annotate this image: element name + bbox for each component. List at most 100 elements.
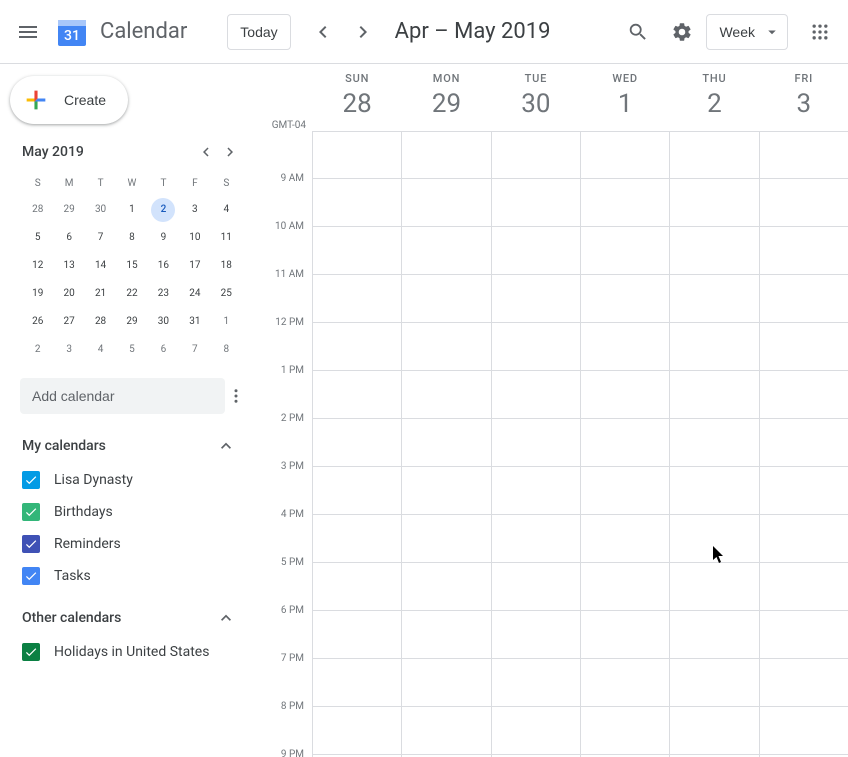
mini-cal-day[interactable]: 4 — [211, 196, 242, 224]
hour-cell[interactable] — [402, 227, 490, 275]
mini-cal-day[interactable]: 2 — [22, 336, 53, 364]
hour-cell[interactable] — [760, 611, 848, 659]
hour-cell[interactable] — [402, 275, 490, 323]
today-button[interactable]: Today — [227, 14, 290, 50]
mini-cal-day[interactable]: 20 — [53, 280, 84, 308]
view-selector[interactable]: Week — [706, 14, 788, 50]
hour-cell[interactable] — [313, 323, 401, 371]
hour-cell[interactable] — [402, 323, 490, 371]
mini-cal-day[interactable]: 28 — [22, 196, 53, 224]
hour-cell[interactable] — [313, 179, 401, 227]
mini-cal-day[interactable]: 19 — [22, 280, 53, 308]
mini-cal-day[interactable]: 23 — [148, 280, 179, 308]
mini-cal-day[interactable]: 18 — [211, 252, 242, 280]
hour-cell[interactable] — [492, 419, 580, 467]
hour-cell[interactable] — [492, 323, 580, 371]
hour-cell[interactable] — [402, 611, 490, 659]
mini-cal-day[interactable]: 22 — [116, 280, 147, 308]
mini-cal-day[interactable]: 12 — [22, 252, 53, 280]
hour-cell[interactable] — [581, 371, 669, 419]
hour-cell[interactable] — [492, 131, 580, 179]
hour-cell[interactable] — [313, 659, 401, 707]
mini-cal-day[interactable]: 7 — [179, 336, 210, 364]
hour-cell[interactable] — [670, 227, 758, 275]
day-header[interactable]: TUE30 — [491, 64, 580, 131]
hour-cell[interactable] — [760, 707, 848, 755]
mini-cal-day[interactable]: 14 — [85, 252, 116, 280]
add-calendar-options[interactable] — [225, 380, 246, 412]
hour-cell[interactable] — [581, 227, 669, 275]
hour-cell[interactable] — [492, 563, 580, 611]
hour-cell[interactable] — [670, 323, 758, 371]
search-button[interactable] — [618, 12, 658, 52]
main-menu-button[interactable] — [8, 12, 48, 52]
hour-cell[interactable] — [670, 179, 758, 227]
apps-button[interactable] — [800, 12, 840, 52]
hour-cell[interactable] — [313, 611, 401, 659]
mini-cal-day[interactable]: 6 — [148, 336, 179, 364]
add-calendar-input[interactable] — [20, 378, 225, 414]
mini-cal-day[interactable]: 15 — [116, 252, 147, 280]
hour-cell[interactable] — [492, 371, 580, 419]
hour-cell[interactable] — [492, 611, 580, 659]
hour-cell[interactable] — [313, 131, 401, 179]
next-period-button[interactable] — [343, 12, 383, 52]
day-header[interactable]: FRI3 — [759, 64, 848, 131]
hour-cell[interactable] — [670, 659, 758, 707]
settings-button[interactable] — [662, 12, 702, 52]
day-column[interactable] — [401, 131, 490, 757]
mini-cal-day[interactable]: 24 — [179, 280, 210, 308]
hour-cell[interactable] — [313, 419, 401, 467]
mini-cal-day[interactable]: 6 — [53, 224, 84, 252]
mini-cal-next[interactable] — [218, 140, 242, 164]
hour-cell[interactable] — [670, 467, 758, 515]
hour-cell[interactable] — [581, 707, 669, 755]
mini-cal-day[interactable]: 5 — [22, 224, 53, 252]
hour-cell[interactable] — [760, 179, 848, 227]
hour-cell[interactable] — [760, 371, 848, 419]
mini-cal-day[interactable]: 4 — [85, 336, 116, 364]
hour-cell[interactable] — [670, 707, 758, 755]
mini-cal-prev[interactable] — [194, 140, 218, 164]
hour-cell[interactable] — [402, 707, 490, 755]
my-calendar-item[interactable]: Birthdays — [22, 496, 236, 528]
hour-cell[interactable] — [402, 659, 490, 707]
hour-cell[interactable] — [760, 131, 848, 179]
prev-period-button[interactable] — [303, 12, 343, 52]
day-column[interactable] — [669, 131, 758, 757]
hour-cell[interactable] — [581, 515, 669, 563]
mini-cal-day[interactable]: 8 — [211, 336, 242, 364]
hour-cell[interactable] — [402, 179, 490, 227]
my-calendar-item[interactable]: Reminders — [22, 528, 236, 560]
day-column[interactable] — [759, 131, 848, 757]
hour-cell[interactable] — [313, 563, 401, 611]
my-calendar-item[interactable]: Tasks — [22, 560, 236, 592]
hour-cell[interactable] — [313, 467, 401, 515]
hour-cell[interactable] — [670, 515, 758, 563]
mini-cal-day[interactable]: 30 — [85, 196, 116, 224]
hour-cell[interactable] — [492, 227, 580, 275]
my-calendars-header[interactable]: My calendars — [22, 428, 236, 464]
mini-cal-day[interactable]: 10 — [179, 224, 210, 252]
hour-cell[interactable] — [581, 131, 669, 179]
my-calendar-item[interactable]: Lisa Dynasty — [22, 464, 236, 496]
mini-cal-day[interactable]: 1 — [116, 196, 147, 224]
hour-cell[interactable] — [492, 467, 580, 515]
hour-cell[interactable] — [492, 707, 580, 755]
day-header[interactable]: THU2 — [669, 64, 758, 131]
day-header[interactable]: WED1 — [580, 64, 669, 131]
mini-cal-day[interactable]: 16 — [148, 252, 179, 280]
hour-cell[interactable] — [492, 515, 580, 563]
mini-cal-day[interactable]: 21 — [85, 280, 116, 308]
hour-cell[interactable] — [670, 419, 758, 467]
create-button[interactable]: Create — [10, 76, 128, 124]
hour-cell[interactable] — [581, 659, 669, 707]
mini-cal-day[interactable]: 27 — [53, 308, 84, 336]
hour-cell[interactable] — [670, 131, 758, 179]
hour-cell[interactable] — [581, 611, 669, 659]
mini-cal-day[interactable]: 25 — [211, 280, 242, 308]
hour-cell[interactable] — [492, 659, 580, 707]
mini-cal-day[interactable]: 13 — [53, 252, 84, 280]
mini-cal-day[interactable]: 3 — [53, 336, 84, 364]
hour-cell[interactable] — [670, 371, 758, 419]
